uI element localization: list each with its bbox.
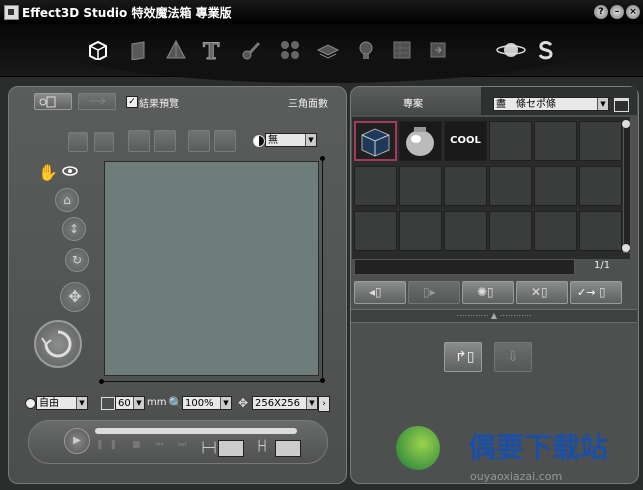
eye-icon[interactable]	[62, 165, 78, 180]
app-icon[interactable]	[4, 5, 19, 20]
crop-icon[interactable]	[68, 132, 88, 152]
thumbnail-slot[interactable]	[489, 121, 532, 161]
thumbnail-slot[interactable]	[489, 211, 532, 251]
vertical-move-icon[interactable]: ↕	[62, 217, 86, 241]
grid-scroll-top[interactable]	[622, 120, 630, 128]
close-button[interactable]: ×	[626, 5, 640, 19]
thumbnail-slot[interactable]	[579, 121, 622, 161]
category-select[interactable]: 盡 條セポ條 ▼	[493, 97, 609, 111]
thumbnail-slot[interactable]	[489, 166, 532, 206]
copy-icon[interactable]	[128, 130, 150, 152]
pick-icon[interactable]	[94, 132, 114, 152]
frame-start-field[interactable]	[218, 440, 244, 457]
new-project-button[interactable]	[34, 93, 72, 110]
timeline-slider[interactable]	[95, 428, 297, 434]
hand-icon[interactable]: ✋	[38, 163, 58, 182]
watermark-brand: 偶要下载站	[468, 431, 609, 464]
thumbnail-slot[interactable]	[534, 121, 577, 161]
help-button[interactable]: ?	[594, 5, 608, 19]
silver-vase-thumbnail[interactable]	[399, 121, 442, 161]
thumbnail-slot[interactable]	[354, 211, 397, 251]
thumbnail-slot[interactable]	[399, 166, 442, 206]
thumbnail-slot[interactable]	[534, 211, 577, 251]
mode-radio-icon[interactable]	[25, 398, 36, 409]
thumbnail-slot[interactable]	[354, 166, 397, 206]
mode-select[interactable]: 自由 ▼	[36, 396, 88, 410]
import-button[interactable]: ◂▯	[354, 281, 406, 304]
play-icon[interactable]: ▶	[64, 428, 90, 454]
shading-select[interactable]: 無 ▼	[265, 133, 317, 147]
page-indicator: 1/1	[594, 260, 611, 271]
apply-checkbox-button[interactable]: ✓→ ▯	[570, 281, 622, 304]
svg-text:T: T	[203, 39, 220, 62]
horizontal-slider-track	[101, 381, 323, 382]
project-tab[interactable]: 專案	[351, 87, 481, 115]
thumbnail-slot[interactable]	[579, 166, 622, 206]
thumbnail-slot[interactable]	[444, 166, 487, 206]
save-file-button[interactable]: ⇩	[494, 342, 532, 372]
export-project-button[interactable]: ▯▸	[408, 281, 460, 304]
horizontal-slider-left-handle[interactable]	[99, 379, 104, 384]
grid-scroll-bottom[interactable]	[622, 244, 630, 252]
preview-canvas[interactable]	[104, 161, 319, 376]
cool-text-thumbnail[interactable]: COOL	[444, 121, 487, 161]
new-thumb-button[interactable]: ✺▯	[462, 281, 514, 304]
undo-icon[interactable]	[188, 130, 210, 152]
zoom-select[interactable]: 100% ▼	[182, 396, 232, 410]
watermark-url: ouyaoxiazai.com	[470, 470, 563, 483]
folder-icon[interactable]	[614, 98, 629, 112]
title-bar: Effect3D Studio 特效魔法箱 專業版 ? – ×	[0, 0, 643, 24]
orbit-icon[interactable]	[34, 320, 82, 368]
open-file-button[interactable]: ↱▯	[444, 342, 482, 372]
size-next-button[interactable]: ›	[318, 396, 330, 412]
preview-checkbox-label: 結果預覽	[139, 99, 179, 110]
frame-end-field[interactable]	[275, 440, 301, 457]
polygon-label: 三角面數	[288, 99, 328, 110]
pan-icon[interactable]: ✥	[60, 282, 90, 312]
paste-icon[interactable]	[154, 130, 176, 152]
grid-scrollbar[interactable]	[623, 121, 631, 253]
link-button[interactable]	[78, 93, 116, 110]
delete-button[interactable]: ✕▯	[516, 281, 568, 304]
watermark-logo	[396, 426, 440, 470]
splitter-handle[interactable]: ⋯⋯⋯⋯ ▲ ⋯⋯⋯⋯	[351, 309, 637, 323]
vertical-slider-top-handle[interactable]	[320, 156, 325, 161]
zoom-icon: 🔍	[168, 396, 183, 410]
minimize-button[interactable]: –	[610, 5, 624, 19]
preview-checkbox[interactable]: ✓	[126, 96, 138, 108]
contrast-icon	[253, 135, 265, 147]
frame-end-icon: ├┤	[256, 441, 269, 452]
thumbnail-slot[interactable]	[534, 166, 577, 206]
window-title: Effect3D Studio 特效魔法箱 專業版	[22, 6, 232, 20]
frame-start-icon: ├─┤	[200, 443, 219, 454]
thumbnail-slot[interactable]	[444, 211, 487, 251]
project-tab-label: 專案	[403, 99, 423, 110]
size-icon: ✥	[238, 396, 249, 410]
redo-icon[interactable]	[214, 130, 236, 152]
mm-unit-label: mm	[147, 397, 167, 408]
thumbnail-slot[interactable]	[399, 211, 442, 251]
transport-icons[interactable]: ❚❚ ■ ⏮ ⏭	[96, 440, 192, 450]
film-icon	[101, 397, 115, 410]
metal-cube-thumbnail[interactable]	[354, 121, 397, 161]
thumbnail-slot[interactable]	[579, 211, 622, 251]
status-field	[354, 259, 575, 275]
size-select[interactable]: 256X256 ▼	[252, 396, 318, 410]
move-up-icon[interactable]: ⌂	[55, 188, 79, 212]
vertical-slider-track	[322, 158, 323, 380]
rotate-icon[interactable]: ↻	[65, 248, 89, 272]
mm-select[interactable]: 60 ▼	[115, 396, 145, 410]
